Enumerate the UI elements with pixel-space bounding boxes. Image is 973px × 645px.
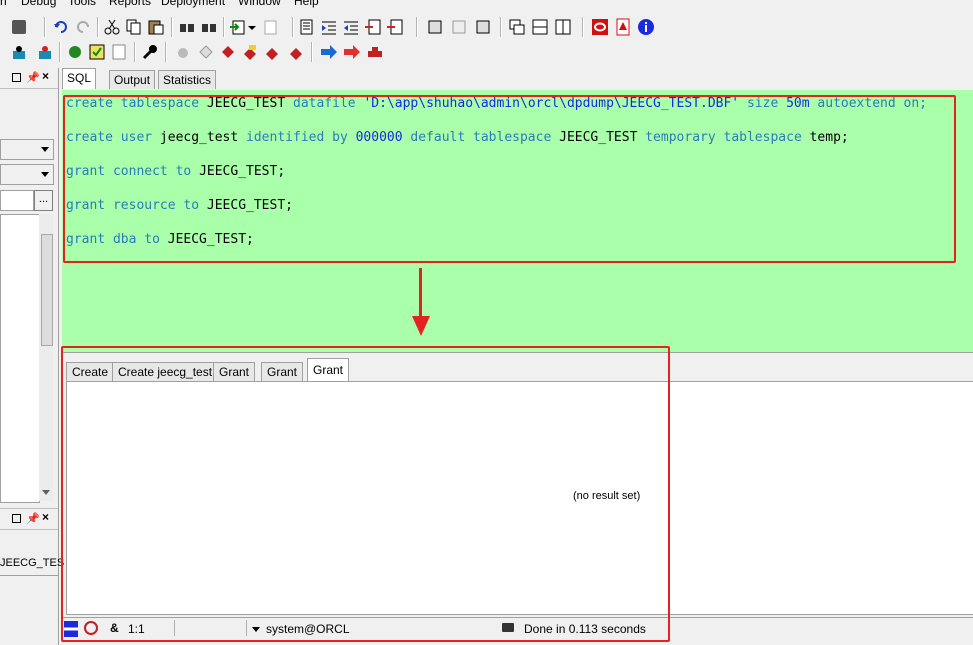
toolbar-main	[0, 16, 973, 38]
left-panel: 📌 × ... 📌 × JEECG_TES	[0, 68, 64, 645]
template-icon[interactable]	[426, 18, 444, 36]
toolbar-separator	[500, 17, 502, 37]
window-tile-h-icon[interactable]	[531, 18, 549, 36]
pdf-icon[interactable]	[614, 18, 632, 36]
menu-help[interactable]: Help	[294, 0, 319, 8]
wrench-icon[interactable]	[141, 43, 159, 61]
menu-debug[interactable]: Debug	[21, 0, 56, 8]
menu-session[interactable]: n	[0, 0, 7, 8]
panel-header: 📌 ×	[0, 68, 58, 89]
document-icon[interactable]	[110, 43, 128, 61]
toolbar-separator	[171, 17, 173, 37]
debug-out-icon[interactable]	[263, 43, 281, 61]
annotation-arrow-head	[412, 316, 430, 336]
connect-icon[interactable]	[10, 43, 28, 61]
panel-pin-icon[interactable]: 📌	[26, 512, 40, 525]
toolbar-separator	[97, 17, 99, 37]
filter-icon[interactable]	[37, 190, 56, 209]
chevron-down-icon	[41, 172, 49, 177]
tools-icon[interactable]	[66, 43, 84, 61]
toolbar-secondary	[0, 41, 400, 63]
panel-pin-icon[interactable]: 📌	[26, 71, 40, 84]
toolbar-separator	[292, 17, 294, 37]
window-tile-v-icon[interactable]	[554, 18, 572, 36]
debug-step-icon[interactable]	[197, 43, 215, 61]
checklist-icon[interactable]	[88, 43, 106, 61]
scroll-down-icon[interactable]	[42, 490, 50, 495]
debug-into-icon[interactable]	[219, 43, 237, 61]
indent-icon[interactable]	[320, 18, 338, 36]
template-list-icon[interactable]	[474, 18, 492, 36]
arrow-right-blue-icon[interactable]	[320, 43, 338, 61]
undo-icon[interactable]	[52, 18, 70, 36]
toolbar-separator	[416, 17, 418, 37]
toolbar-separator	[165, 42, 167, 62]
print-icon[interactable]	[10, 18, 28, 36]
menu-deployment[interactable]: Deployment	[161, 0, 225, 8]
unindent-icon[interactable]	[342, 18, 360, 36]
annotation-arrow-shaft	[419, 268, 422, 318]
panel-close-icon[interactable]: ×	[42, 69, 49, 83]
paste-icon[interactable]	[147, 18, 165, 36]
panel-restore-icon[interactable]	[12, 514, 21, 523]
object-type-dropdown[interactable]	[0, 139, 54, 160]
disconnect-icon[interactable]	[36, 43, 54, 61]
info-icon[interactable]	[637, 18, 655, 36]
panel2-header: 📌 ×	[0, 508, 58, 530]
menu-reports[interactable]: Reports	[109, 0, 151, 8]
tree-scrollbar[interactable]	[39, 214, 53, 501]
copy-icon[interactable]	[125, 18, 143, 36]
toolbar-separator	[223, 17, 225, 37]
scrollbar-thumb[interactable]	[41, 234, 53, 346]
toolbar-separator	[311, 42, 313, 62]
annotation-box-sql	[63, 95, 956, 263]
cut-icon[interactable]	[103, 18, 121, 36]
debug-over-icon[interactable]	[241, 43, 259, 61]
panel-restore-icon[interactable]	[12, 73, 21, 82]
chevron-down-icon	[41, 147, 49, 152]
oracle-icon[interactable]	[591, 18, 609, 36]
debug-start-icon[interactable]	[175, 43, 193, 61]
menu-tools[interactable]: Tools	[68, 0, 96, 8]
annotation-box-results	[61, 346, 670, 642]
menu-window[interactable]: Window	[238, 0, 281, 8]
toolbar-separator	[59, 42, 61, 62]
lowercase-icon[interactable]	[386, 18, 404, 36]
filter-input[interactable]	[0, 190, 34, 211]
tab-sql[interactable]: SQL	[62, 68, 97, 89]
panel-close-icon[interactable]: ×	[42, 510, 49, 524]
window-cascade-icon[interactable]	[508, 18, 526, 36]
redo-icon[interactable]	[74, 18, 92, 36]
toolbar-separator	[134, 42, 136, 62]
find-next-icon[interactable]	[200, 18, 218, 36]
toolbar-separator	[582, 17, 584, 37]
tab-statistics[interactable]: Statistics	[158, 70, 217, 89]
break-icon[interactable]	[366, 43, 384, 61]
import-icon[interactable]	[229, 18, 247, 36]
export-icon[interactable]	[262, 18, 280, 36]
template-grey-icon[interactable]	[450, 18, 468, 36]
object-label[interactable]: JEECG_TES	[0, 557, 64, 576]
owner-dropdown[interactable]	[0, 164, 54, 185]
find-icon[interactable]	[178, 18, 196, 36]
uppercase-icon[interactable]	[364, 18, 382, 36]
tab-output[interactable]: Output	[109, 70, 156, 89]
object-tree[interactable]	[0, 214, 40, 503]
debug-stop-icon[interactable]	[287, 43, 305, 61]
menu-bar: n Debug Tools Reports Deployment Window …	[0, 0, 973, 10]
comment-icon[interactable]	[298, 18, 316, 36]
toolbar-separator	[44, 17, 46, 37]
arrow-right-red-icon[interactable]	[343, 43, 361, 61]
